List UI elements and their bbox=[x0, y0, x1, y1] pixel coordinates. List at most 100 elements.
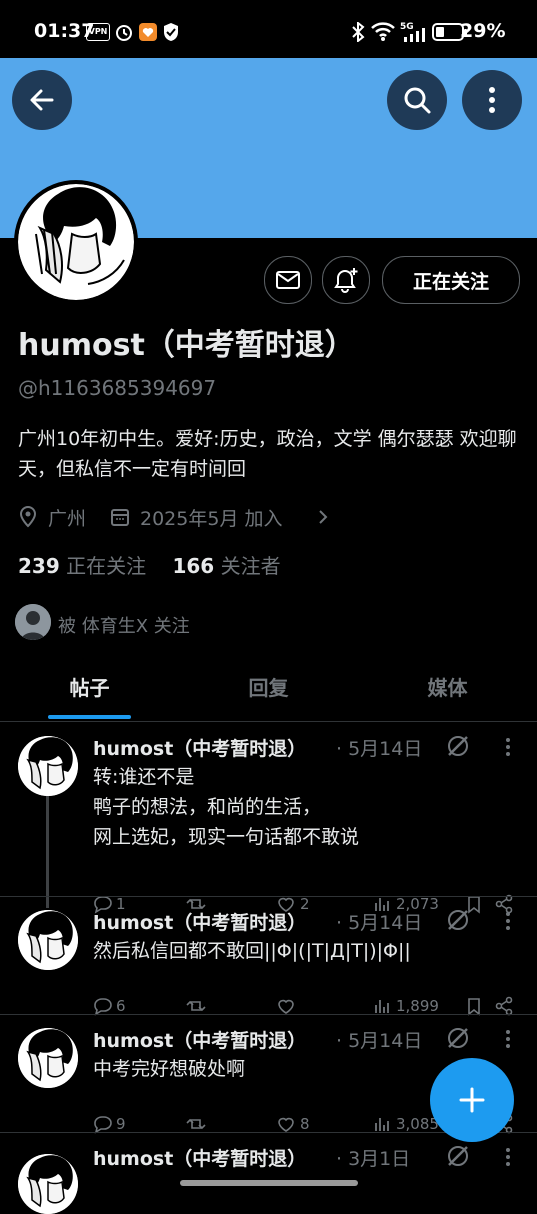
grok-icon[interactable] bbox=[446, 1144, 470, 1168]
views-count: 1,899 bbox=[396, 997, 439, 1015]
more-vertical-icon[interactable] bbox=[498, 1146, 518, 1168]
followers-link[interactable]: 166 关注者 bbox=[172, 554, 280, 578]
grok-icon[interactable] bbox=[446, 1026, 470, 1050]
reply-button[interactable]: 9 bbox=[92, 1114, 126, 1134]
following-link[interactable]: 239 正在关注 bbox=[18, 554, 146, 578]
views-count: 3,085 bbox=[396, 1115, 439, 1133]
reply-count: 9 bbox=[116, 1115, 126, 1133]
profile-location: 广州 bbox=[48, 508, 87, 530]
like-button[interactable] bbox=[276, 996, 300, 1016]
reply-count: 6 bbox=[116, 997, 126, 1015]
post-divider bbox=[0, 896, 537, 897]
wifi-icon bbox=[371, 22, 395, 41]
followers-count: 166 bbox=[172, 554, 215, 578]
share-button[interactable] bbox=[494, 996, 514, 1016]
heart-icon bbox=[278, 999, 294, 1014]
calendar-icon bbox=[111, 509, 129, 526]
post-avatar[interactable] bbox=[18, 736, 78, 796]
post-item[interactable]: humost（中考暂时退） · 5月14日转:谁还不是鸭子的想法，和尚的生活， 网上… bbox=[0, 732, 537, 914]
app-notification-icon bbox=[139, 23, 157, 41]
home-indicator[interactable] bbox=[180, 1180, 358, 1186]
back-button[interactable] bbox=[12, 70, 72, 130]
following-button[interactable]: 正在关注 bbox=[382, 256, 520, 304]
post-item[interactable]: humost（中考暂时退） · 3月1日 bbox=[0, 1142, 537, 1214]
views-button[interactable]: 3,085 bbox=[372, 1114, 439, 1134]
more-vertical-icon[interactable] bbox=[498, 736, 518, 758]
tab-media-label: 媒体 bbox=[427, 676, 468, 700]
followed-by-avatar[interactable] bbox=[15, 604, 51, 640]
following-count: 239 bbox=[18, 554, 60, 578]
tab-media[interactable]: 媒体 bbox=[358, 672, 537, 720]
bluetooth-icon bbox=[352, 22, 365, 42]
envelope-icon bbox=[276, 271, 300, 289]
post-author-name[interactable]: humost（中考暂时退） bbox=[93, 1026, 306, 1053]
following-label: 正在关注 bbox=[66, 554, 147, 578]
post-date: · 3月1日 bbox=[336, 1148, 411, 1170]
tab-replies[interactable]: 回复 bbox=[179, 672, 358, 720]
post-avatar-image bbox=[18, 736, 78, 796]
profile-joined-date: 2025年5月 加入 bbox=[140, 508, 283, 530]
grok-icon[interactable] bbox=[446, 908, 470, 932]
reply-button[interactable]: 6 bbox=[92, 996, 126, 1016]
retweet-icon bbox=[186, 1118, 206, 1130]
search-icon bbox=[404, 87, 431, 114]
vpn-badge: VPN bbox=[86, 23, 110, 41]
post-date: · 5月14日 bbox=[336, 912, 423, 934]
heart-icon bbox=[278, 1117, 294, 1132]
tab-posts-label: 帖子 bbox=[69, 676, 110, 700]
status-bar: 01:37 VPN 5G 29% bbox=[0, 0, 537, 58]
post-author-name[interactable]: humost（中考暂时退） bbox=[93, 908, 306, 935]
bookmark-button[interactable] bbox=[464, 996, 484, 1016]
tab-posts[interactable]: 帖子 bbox=[0, 672, 179, 720]
plus-icon bbox=[459, 1087, 485, 1113]
grok-icon[interactable] bbox=[446, 734, 470, 758]
post-author-name[interactable]: humost（中考暂时退） bbox=[93, 1144, 306, 1171]
signal-icon bbox=[404, 28, 425, 42]
more-vertical-icon[interactable] bbox=[498, 910, 518, 932]
more-button[interactable] bbox=[462, 70, 522, 130]
post-divider bbox=[0, 1014, 537, 1015]
views-chart-icon bbox=[375, 1118, 389, 1131]
post-avatar-image bbox=[18, 910, 78, 970]
tab-active-indicator bbox=[48, 715, 131, 719]
post-text-line: 鸭子的想法，和尚的生活， bbox=[93, 796, 322, 818]
like-count: 8 bbox=[300, 1115, 310, 1133]
followed-by-text[interactable]: 被 体育生X 关注 bbox=[58, 612, 190, 638]
chevron-right-icon[interactable] bbox=[316, 508, 330, 526]
post-avatar-image bbox=[18, 1028, 78, 1088]
reply-icon bbox=[94, 1116, 112, 1134]
profile-avatar[interactable] bbox=[14, 180, 138, 304]
avatar-image bbox=[18, 184, 134, 300]
post-avatar[interactable] bbox=[18, 1154, 78, 1214]
like-button[interactable]: 8 bbox=[276, 1114, 310, 1134]
post-date: · 5月14日 bbox=[336, 738, 423, 760]
notifications-button[interactable] bbox=[322, 256, 370, 304]
post-date: · 5月14日 bbox=[336, 1030, 423, 1052]
reply-icon bbox=[94, 998, 112, 1016]
post-item[interactable]: humost（中考暂时退） · 5月14日 然后私信回都不敢回||Φ|(|T|Д|T… bbox=[0, 906, 537, 1024]
post-avatar[interactable] bbox=[18, 910, 78, 970]
profile-bio: 广州10年初中生。爱好:历史，政治，文学 偶尔瑟瑟 欢迎聊天，但私信不一定有时间… bbox=[18, 428, 517, 480]
shield-icon bbox=[164, 23, 178, 41]
message-button[interactable] bbox=[264, 256, 312, 304]
post-avatar[interactable] bbox=[18, 1028, 78, 1088]
more-vertical-icon[interactable] bbox=[498, 1028, 518, 1050]
bell-plus-icon bbox=[334, 268, 358, 293]
bookmark-icon bbox=[468, 998, 480, 1016]
views-chart-icon bbox=[375, 1000, 389, 1013]
post-author-name[interactable]: humost（中考暂时退） bbox=[93, 734, 306, 761]
post-actions: 6 1,899 bbox=[92, 996, 522, 1016]
compose-button[interactable] bbox=[430, 1058, 514, 1142]
post-text-line: 转:谁还不是 bbox=[93, 766, 195, 788]
post-text-line: 中考完好想破处啊 bbox=[93, 1058, 246, 1080]
retweet-button[interactable] bbox=[186, 1114, 210, 1134]
location-pin-icon bbox=[19, 506, 37, 528]
more-vertical-icon bbox=[489, 87, 495, 113]
followed-by-avatar-image bbox=[15, 604, 51, 640]
followers-label: 关注者 bbox=[220, 554, 281, 578]
post-text-line: 网上选妃，现实一句话都不敢说 bbox=[93, 826, 360, 848]
retweet-button[interactable] bbox=[186, 996, 210, 1016]
display-name: humost（中考暂时退） bbox=[18, 328, 355, 363]
views-button[interactable]: 1,899 bbox=[372, 996, 439, 1016]
search-button[interactable] bbox=[387, 70, 447, 130]
